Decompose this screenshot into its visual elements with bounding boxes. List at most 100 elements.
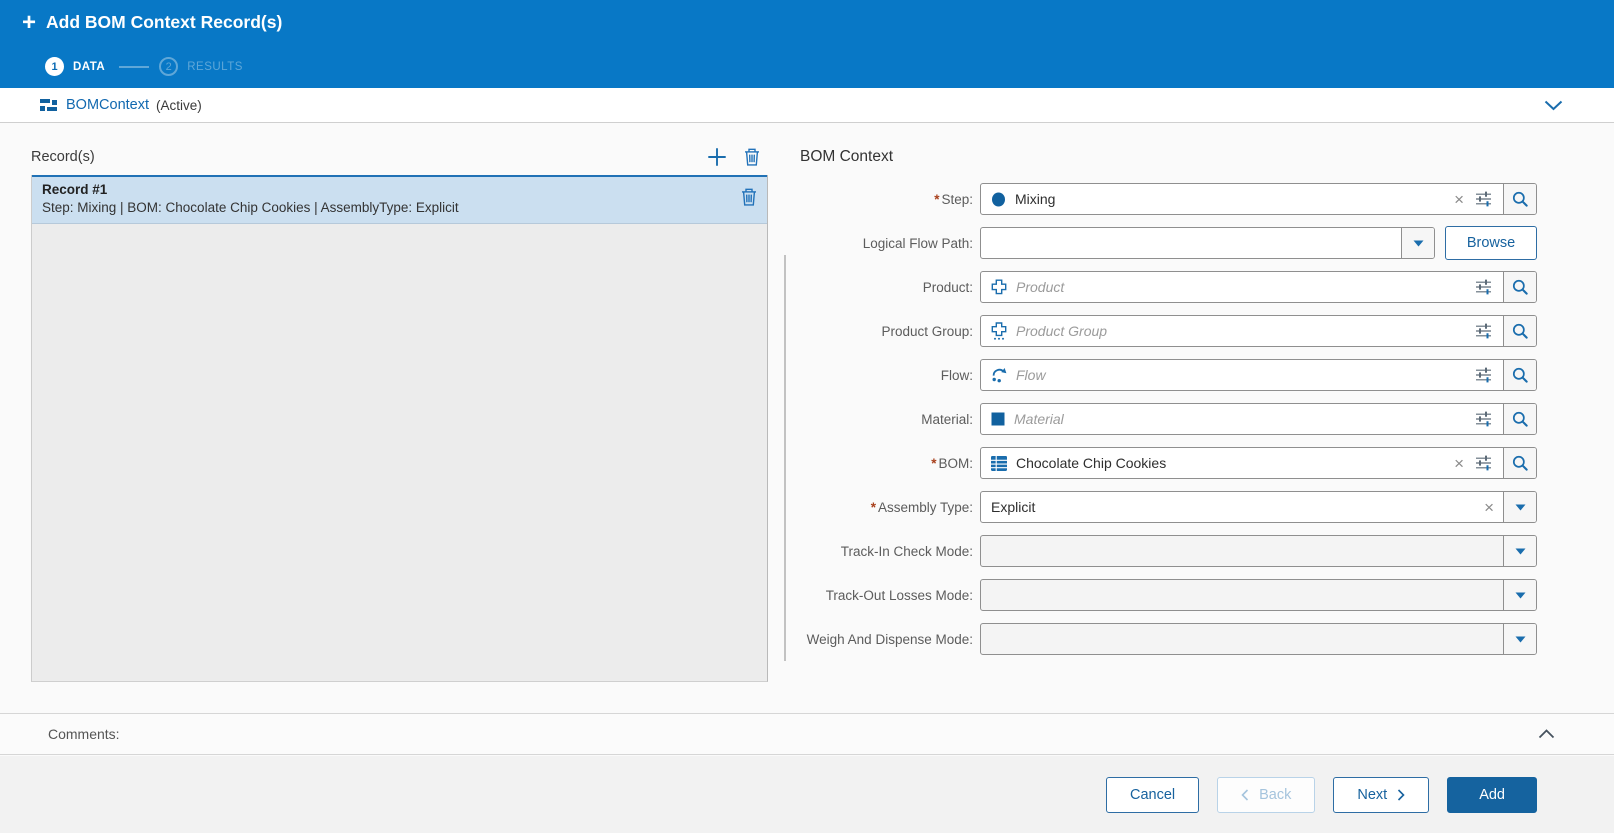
step-number: 2 bbox=[159, 57, 178, 76]
search-button[interactable] bbox=[1503, 184, 1536, 214]
track-out-losses-mode-control bbox=[980, 579, 1537, 611]
product-group-input[interactable]: Product Group bbox=[980, 315, 1537, 347]
step-label: RESULTS bbox=[187, 61, 243, 73]
dropdown-button[interactable] bbox=[1503, 536, 1536, 566]
step-icon bbox=[991, 192, 1006, 207]
step-input-text[interactable]: Mixing bbox=[981, 184, 1445, 214]
clear-icon[interactable]: × bbox=[1445, 455, 1473, 472]
dropdown-button[interactable] bbox=[1503, 580, 1536, 610]
next-button[interactable]: Next bbox=[1333, 777, 1429, 813]
weigh-and-dispense-mode-control bbox=[980, 623, 1537, 655]
product-input-text[interactable]: Product bbox=[981, 272, 1473, 302]
wizard-step-results[interactable]: 2 RESULTS bbox=[159, 57, 243, 76]
bom-value: Chocolate Chip Cookies bbox=[1016, 455, 1166, 471]
dropdown-button[interactable] bbox=[1401, 228, 1434, 258]
material-input[interactable]: Material bbox=[980, 403, 1537, 435]
comments-label: Comments: bbox=[48, 726, 120, 742]
material-input-text[interactable]: Material bbox=[981, 404, 1473, 434]
flow-control: Flow bbox=[980, 359, 1537, 391]
label-text: Weigh And Dispense Mode: bbox=[807, 632, 973, 647]
flow-icon bbox=[991, 367, 1007, 383]
field-track-in-check-mode: Track-In Check Mode: bbox=[800, 535, 1537, 567]
filter-icon[interactable] bbox=[1473, 191, 1503, 207]
back-button[interactable]: Back bbox=[1217, 777, 1315, 813]
add-record-button[interactable] bbox=[707, 147, 727, 167]
product-input[interactable]: Product bbox=[980, 271, 1537, 303]
search-button[interactable] bbox=[1503, 448, 1536, 478]
assembly-type-tail: × bbox=[1475, 492, 1503, 522]
filter-icon[interactable] bbox=[1473, 455, 1503, 471]
delete-record-icon[interactable] bbox=[741, 188, 757, 206]
field-track-out-losses-mode: Track-Out Losses Mode: bbox=[800, 579, 1537, 611]
search-button[interactable] bbox=[1503, 316, 1536, 346]
search-button[interactable] bbox=[1503, 360, 1536, 390]
product-group-control: Product Group bbox=[980, 315, 1537, 347]
flow-input-text[interactable]: Flow bbox=[981, 360, 1473, 390]
button-label: Back bbox=[1259, 787, 1291, 803]
step-input[interactable]: Mixing × bbox=[980, 183, 1537, 215]
records-panel: Record(s) Record #1Step: Mixing | BOM: C… bbox=[31, 139, 768, 175]
track-out-losses-mode-input[interactable] bbox=[980, 579, 1537, 611]
dropdown-button[interactable] bbox=[1503, 492, 1536, 522]
clear-icon[interactable]: × bbox=[1445, 191, 1473, 208]
record-title: Record #1 bbox=[42, 182, 723, 197]
field-step: *Step:Mixing× bbox=[800, 183, 1537, 215]
track-out-losses-mode-input-text[interactable] bbox=[981, 580, 1503, 610]
track-in-check-mode-input[interactable] bbox=[980, 535, 1537, 567]
button-label: Add bbox=[1479, 787, 1505, 803]
browse-button[interactable]: Browse bbox=[1445, 226, 1537, 260]
search-button[interactable] bbox=[1503, 272, 1536, 302]
flow-label: Flow: bbox=[800, 368, 980, 383]
step-value: Mixing bbox=[1015, 191, 1055, 207]
assembly-type-input[interactable]: Explicit× bbox=[980, 491, 1537, 523]
label-text: Flow: bbox=[941, 368, 973, 383]
dropdown-button[interactable] bbox=[1503, 624, 1536, 654]
form-scrollbar[interactable] bbox=[784, 255, 786, 661]
button-label: Next bbox=[1357, 787, 1387, 803]
comments-bar[interactable]: Comments: bbox=[0, 713, 1614, 755]
chevron-down-icon[interactable] bbox=[1544, 100, 1563, 111]
weigh-and-dispense-mode-input-text[interactable] bbox=[981, 624, 1503, 654]
filter-icon[interactable] bbox=[1473, 279, 1503, 295]
bom-control: Chocolate Chip Cookies × bbox=[980, 447, 1537, 479]
track-out-losses-mode-label: Track-Out Losses Mode: bbox=[800, 588, 980, 603]
assembly-type-input-text[interactable]: Explicit bbox=[981, 492, 1475, 522]
field-product-group: Product Group:Product Group bbox=[800, 315, 1537, 347]
clear-icon[interactable]: × bbox=[1475, 499, 1503, 516]
logical-flow-path-input-text[interactable] bbox=[981, 228, 1401, 258]
add-button[interactable]: Add bbox=[1447, 777, 1537, 813]
chevron-left-icon bbox=[1241, 789, 1249, 801]
bom-input[interactable]: Chocolate Chip Cookies × bbox=[980, 447, 1537, 479]
entity-icon bbox=[40, 98, 57, 112]
delete-records-button[interactable] bbox=[744, 148, 760, 166]
context-entity-name: BOMContext bbox=[66, 97, 149, 113]
record-subtitle: Step: Mixing | BOM: Chocolate Chip Cooki… bbox=[42, 200, 723, 215]
product-control: Product bbox=[980, 271, 1537, 303]
context-bar[interactable]: BOMContext (Active) bbox=[0, 88, 1614, 123]
record-item[interactable]: Record #1 Step: Mixing | BOM: Chocolate C… bbox=[32, 175, 767, 224]
label-text: Assembly Type: bbox=[878, 500, 973, 515]
cancel-button[interactable]: Cancel bbox=[1106, 777, 1199, 813]
wizard-step-data[interactable]: 1DATA bbox=[45, 57, 105, 76]
bom-input-text[interactable]: Chocolate Chip Cookies bbox=[981, 448, 1445, 478]
chevron-up-icon[interactable] bbox=[1538, 729, 1555, 739]
product-group-input-text[interactable]: Product Group bbox=[981, 316, 1473, 346]
filter-icon[interactable] bbox=[1473, 367, 1503, 383]
track-in-check-mode-control bbox=[980, 535, 1537, 567]
field-assembly-type: *Assembly Type:Explicit× bbox=[800, 491, 1537, 523]
filter-icon[interactable] bbox=[1473, 411, 1503, 427]
track-in-check-mode-input-text[interactable] bbox=[981, 536, 1503, 566]
weigh-and-dispense-mode-input[interactable] bbox=[980, 623, 1537, 655]
dialog-title-row: + Add BOM Context Record(s) bbox=[22, 12, 282, 33]
assembly-type-label: *Assembly Type: bbox=[800, 500, 980, 515]
context-entity-status: (Active) bbox=[156, 98, 202, 113]
filter-icon[interactable] bbox=[1473, 323, 1503, 339]
bom-icon bbox=[991, 456, 1007, 471]
product-group-label: Product Group: bbox=[800, 324, 980, 339]
flow-input[interactable]: Flow bbox=[980, 359, 1537, 391]
logical-flow-path-input[interactable] bbox=[980, 227, 1435, 259]
search-button[interactable] bbox=[1503, 404, 1536, 434]
material-icon bbox=[991, 412, 1005, 426]
product-tail bbox=[1473, 272, 1503, 302]
step-tail: × bbox=[1445, 184, 1503, 214]
